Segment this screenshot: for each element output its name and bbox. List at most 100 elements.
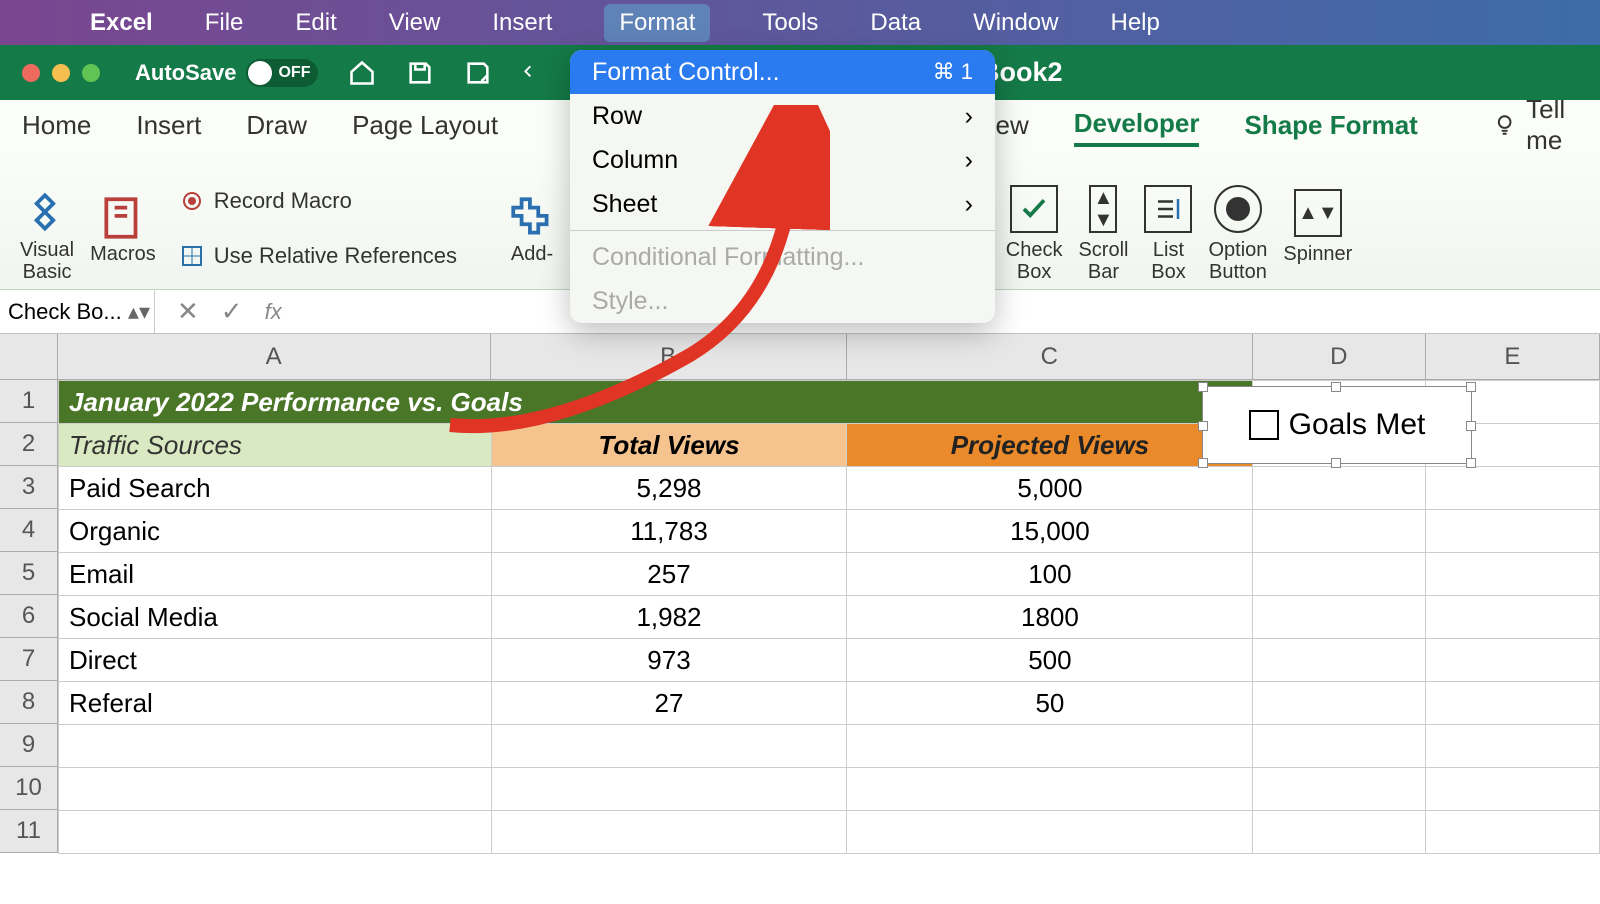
resize-handle[interactable] bbox=[1331, 458, 1341, 468]
cell[interactable]: Email bbox=[59, 553, 492, 596]
cell[interactable]: 11,783 bbox=[491, 510, 847, 553]
cell[interactable]: Organic bbox=[59, 510, 492, 553]
row-header[interactable]: 3 bbox=[0, 466, 58, 509]
resize-handle[interactable] bbox=[1331, 382, 1341, 392]
cell[interactable] bbox=[491, 725, 847, 768]
col-header-c[interactable]: C bbox=[847, 334, 1253, 379]
cell[interactable]: Direct bbox=[59, 639, 492, 682]
btn-visual-basic[interactable]: Visual Basic bbox=[20, 189, 74, 283]
home-icon[interactable] bbox=[348, 59, 376, 87]
row-header[interactable]: 11 bbox=[0, 810, 58, 853]
undo-icon[interactable] bbox=[522, 59, 542, 87]
cell[interactable] bbox=[1426, 725, 1600, 768]
cell[interactable]: 27 bbox=[491, 682, 847, 725]
tab-insert[interactable]: Insert bbox=[136, 106, 201, 145]
menu-app[interactable]: Excel bbox=[90, 9, 153, 37]
row-header[interactable]: 9 bbox=[0, 724, 58, 767]
row-header[interactable]: 1 bbox=[0, 380, 58, 423]
btn-record-macro[interactable]: Record Macro bbox=[180, 188, 457, 214]
cell[interactable] bbox=[847, 768, 1253, 811]
cell[interactable]: 1800 bbox=[847, 596, 1253, 639]
cell[interactable] bbox=[1426, 811, 1600, 854]
cell[interactable]: 500 bbox=[847, 639, 1253, 682]
cell[interactable] bbox=[1253, 768, 1426, 811]
cell[interactable] bbox=[1426, 596, 1600, 639]
menu-format[interactable]: Format bbox=[604, 4, 710, 42]
namebox-stepper-icon[interactable]: ▴▾ bbox=[128, 308, 150, 316]
cell-header-b[interactable]: Total Views bbox=[491, 424, 847, 467]
cell[interactable]: 5,000 bbox=[847, 467, 1253, 510]
cell[interactable] bbox=[1426, 639, 1600, 682]
row-header[interactable]: 4 bbox=[0, 509, 58, 552]
window-close-icon[interactable] bbox=[22, 64, 40, 82]
cell-header-a[interactable]: Traffic Sources bbox=[59, 424, 492, 467]
cancel-icon[interactable]: ✕ bbox=[177, 296, 199, 327]
menu-view[interactable]: View bbox=[389, 9, 441, 37]
menu-row[interactable]: Row› bbox=[570, 94, 995, 138]
menu-help[interactable]: Help bbox=[1110, 9, 1159, 37]
cell[interactable] bbox=[1253, 467, 1426, 510]
row-header[interactable]: 8 bbox=[0, 681, 58, 724]
menu-window[interactable]: Window bbox=[973, 9, 1058, 37]
btn-macros[interactable]: Macros bbox=[90, 193, 156, 283]
btn-listbox[interactable]: List Box bbox=[1144, 185, 1192, 283]
col-header-e[interactable]: E bbox=[1426, 334, 1600, 379]
cell[interactable] bbox=[1426, 553, 1600, 596]
cell[interactable]: Social Media bbox=[59, 596, 492, 639]
resize-handle[interactable] bbox=[1466, 382, 1476, 392]
cell[interactable]: Paid Search bbox=[59, 467, 492, 510]
save-as-icon[interactable] bbox=[464, 59, 492, 87]
cell[interactable]: 973 bbox=[491, 639, 847, 682]
row-header[interactable]: 2 bbox=[0, 423, 58, 466]
save-icon[interactable] bbox=[406, 59, 434, 87]
resize-handle[interactable] bbox=[1466, 458, 1476, 468]
cell[interactable] bbox=[1253, 596, 1426, 639]
resize-handle[interactable] bbox=[1466, 421, 1476, 431]
cell[interactable]: 100 bbox=[847, 553, 1253, 596]
cell[interactable]: Referal bbox=[59, 682, 492, 725]
tab-shape-format[interactable]: Shape Format bbox=[1244, 106, 1417, 145]
cell[interactable] bbox=[1253, 510, 1426, 553]
menu-data[interactable]: Data bbox=[870, 9, 921, 37]
row-header[interactable]: 10 bbox=[0, 767, 58, 810]
cell[interactable] bbox=[491, 811, 847, 854]
col-header-b[interactable]: B bbox=[491, 334, 847, 379]
btn-addins[interactable]: Add- bbox=[507, 193, 557, 283]
autosave-toggle[interactable]: AutoSave OFF bbox=[135, 59, 318, 87]
cell[interactable] bbox=[1253, 639, 1426, 682]
tab-home[interactable]: Home bbox=[22, 106, 91, 145]
cell[interactable]: 1,982 bbox=[491, 596, 847, 639]
btn-option[interactable]: Option Button bbox=[1208, 185, 1267, 283]
resize-handle[interactable] bbox=[1198, 421, 1208, 431]
cell[interactable] bbox=[1426, 510, 1600, 553]
menu-sheet[interactable]: Sheet› bbox=[570, 182, 995, 226]
cell[interactable]: 257 bbox=[491, 553, 847, 596]
tell-me[interactable]: Tell me bbox=[1493, 94, 1600, 156]
name-box[interactable]: Check Bo... ▴▾ bbox=[0, 290, 155, 333]
cell[interactable] bbox=[491, 768, 847, 811]
cell[interactable] bbox=[1253, 725, 1426, 768]
btn-spinner[interactable]: ▲▼ Spinner bbox=[1283, 189, 1352, 283]
cell[interactable] bbox=[59, 725, 492, 768]
cell[interactable]: 15,000 bbox=[847, 510, 1253, 553]
cell[interactable] bbox=[59, 811, 492, 854]
resize-handle[interactable] bbox=[1198, 382, 1208, 392]
row-header[interactable]: 5 bbox=[0, 552, 58, 595]
form-checkbox-control[interactable]: Goals Met bbox=[1202, 386, 1472, 464]
cell[interactable] bbox=[1426, 682, 1600, 725]
fx-icon[interactable]: fx bbox=[265, 299, 282, 325]
tab-developer[interactable]: Developer bbox=[1074, 104, 1200, 147]
menu-column[interactable]: Column› bbox=[570, 138, 995, 182]
tab-page-layout[interactable]: Page Layout bbox=[352, 106, 498, 145]
menu-tools[interactable]: Tools bbox=[762, 9, 818, 37]
tab-partial[interactable]: ew bbox=[995, 106, 1028, 145]
cell[interactable] bbox=[1253, 811, 1426, 854]
col-header-a[interactable]: A bbox=[58, 334, 491, 379]
row-header[interactable]: 7 bbox=[0, 638, 58, 681]
cell[interactable] bbox=[847, 725, 1253, 768]
resize-handle[interactable] bbox=[1198, 458, 1208, 468]
cell-title[interactable]: January 2022 Performance vs. Goals bbox=[59, 381, 1253, 424]
col-header-d[interactable]: D bbox=[1253, 334, 1426, 379]
menu-insert[interactable]: Insert bbox=[492, 9, 552, 37]
window-minimize-icon[interactable] bbox=[52, 64, 70, 82]
